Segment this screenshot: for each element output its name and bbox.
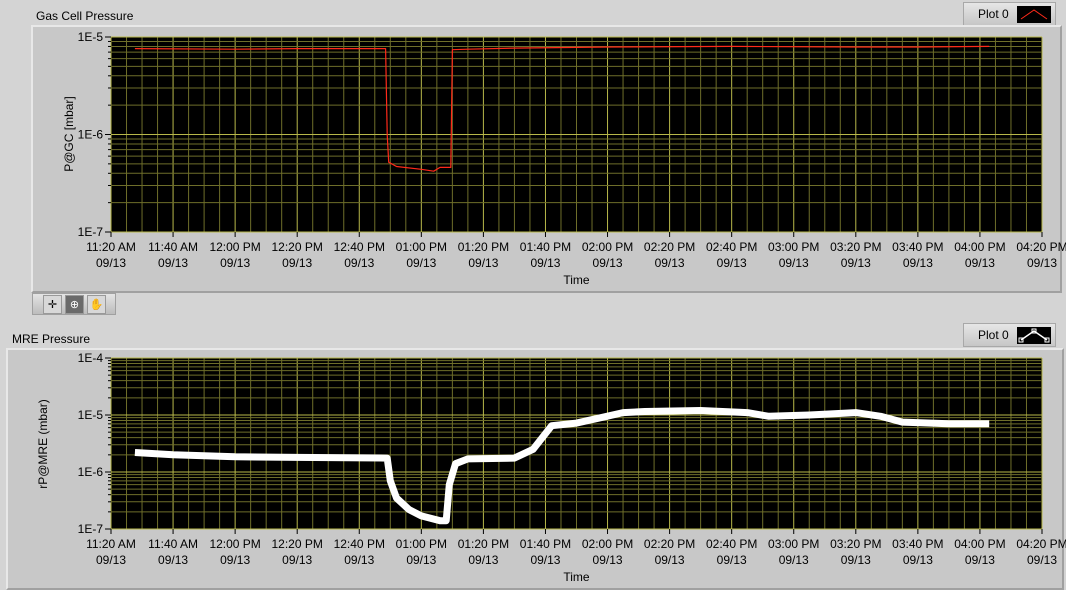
x-tick-label: 02:20 PM bbox=[644, 537, 695, 551]
x-tick-date: 09/13 bbox=[96, 553, 126, 567]
x-tick-date: 09/13 bbox=[406, 553, 436, 567]
x-tick-date: 09/13 bbox=[344, 553, 374, 567]
x-tick-date: 09/13 bbox=[1027, 553, 1057, 567]
x-tick-label: 12:00 PM bbox=[209, 537, 260, 551]
y-axis-label: rP@MRE (mbar) bbox=[36, 399, 50, 489]
x-tick-date: 09/13 bbox=[468, 553, 498, 567]
x-tick-date: 09/13 bbox=[903, 553, 933, 567]
x-tick-label: 04:20 PM bbox=[1016, 537, 1066, 551]
x-tick-date: 09/13 bbox=[965, 553, 995, 567]
x-axis-label: Time bbox=[563, 570, 590, 584]
x-tick-label: 01:20 PM bbox=[458, 537, 509, 551]
x-tick-label: 03:40 PM bbox=[892, 537, 943, 551]
x-tick-label: 01:40 PM bbox=[520, 537, 571, 551]
x-tick-label: 03:00 PM bbox=[768, 537, 819, 551]
x-tick-date: 09/13 bbox=[220, 553, 250, 567]
x-tick-date: 09/13 bbox=[841, 553, 871, 567]
x-tick-date: 09/13 bbox=[655, 553, 685, 567]
x-tick-date: 09/13 bbox=[593, 553, 623, 567]
y-tick-label: 1E-6 bbox=[78, 465, 104, 479]
mre-pressure-plot[interactable]: 1E-4 1E-5 1E-6 1E-7 rP@MRE (mbar) 11:20 AM 09/… bbox=[0, 0, 1066, 589]
x-tick-date: 09/13 bbox=[717, 553, 747, 567]
y-tick-label: 1E-7 bbox=[78, 522, 104, 536]
x-tick-label: 03:20 PM bbox=[830, 537, 881, 551]
y-tick-label: 1E-5 bbox=[78, 408, 104, 422]
x-tick-date: 09/13 bbox=[282, 553, 312, 567]
x-tick-date: 09/13 bbox=[158, 553, 188, 567]
x-tick-label: 12:20 PM bbox=[272, 537, 323, 551]
x-tick-label: 01:00 PM bbox=[396, 537, 447, 551]
x-tick-date: 09/13 bbox=[530, 553, 560, 567]
x-tick-label: 02:40 PM bbox=[706, 537, 757, 551]
x-tick-label: 04:00 PM bbox=[954, 537, 1005, 551]
x-tick-date: 09/13 bbox=[779, 553, 809, 567]
x-tick-label: 02:00 PM bbox=[582, 537, 633, 551]
y-tick-label: 1E-4 bbox=[78, 351, 104, 365]
x-tick-label: 11:20 AM bbox=[86, 537, 136, 551]
x-tick-label: 12:40 PM bbox=[334, 537, 385, 551]
x-tick-label: 11:40 AM bbox=[148, 537, 198, 551]
